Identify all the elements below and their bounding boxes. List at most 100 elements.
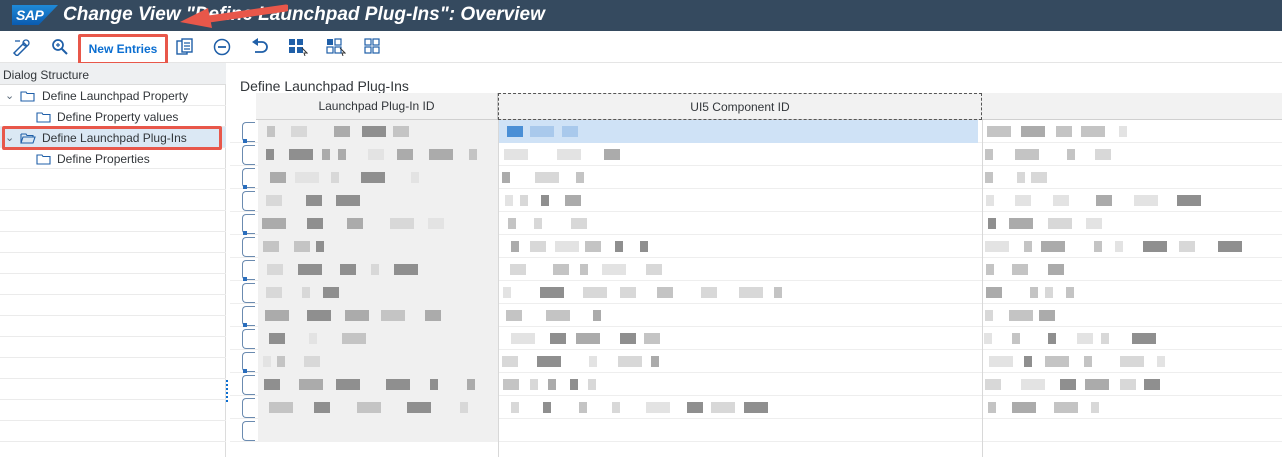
ui5-component-cell[interactable] xyxy=(498,120,978,143)
tree-item-property-values[interactable]: Define Property values xyxy=(0,106,226,127)
ui5-component-cell[interactable] xyxy=(498,304,978,327)
extra-cell[interactable] xyxy=(978,166,1282,189)
column-header-ui5-component-id[interactable]: UI5 Component ID xyxy=(498,93,982,120)
select-block-icon[interactable] xyxy=(326,38,346,56)
ui5-component-cell[interactable] xyxy=(498,166,978,189)
plugin-id-cell[interactable] xyxy=(258,304,498,327)
extra-cell[interactable] xyxy=(978,120,1282,143)
obscured-text xyxy=(530,126,554,137)
select-all-icon[interactable] xyxy=(288,38,308,56)
obscured-text xyxy=(1120,356,1144,367)
column-header-plugin-id[interactable]: Launchpad Plug-In ID xyxy=(256,93,498,120)
row-selector[interactable] xyxy=(242,398,255,418)
row-selector[interactable] xyxy=(242,145,255,165)
plugin-id-cell[interactable] xyxy=(258,258,498,281)
ui5-component-cell[interactable] xyxy=(498,212,978,235)
ui5-component-cell[interactable] xyxy=(498,419,978,442)
plugin-id-cell[interactable] xyxy=(258,396,498,419)
column-header-extra[interactable] xyxy=(982,93,1282,120)
extra-cell[interactable] xyxy=(978,327,1282,350)
new-entries-button[interactable]: New Entries xyxy=(78,34,168,65)
table-row[interactable] xyxy=(230,235,1282,258)
obscured-text xyxy=(1144,379,1160,390)
find-icon[interactable] xyxy=(50,38,70,56)
table-row[interactable] xyxy=(230,281,1282,304)
extra-cell[interactable] xyxy=(978,235,1282,258)
plugin-id-cell[interactable] xyxy=(258,166,498,189)
table-row[interactable] xyxy=(230,212,1282,235)
table-row[interactable] xyxy=(230,373,1282,396)
row-selector[interactable] xyxy=(242,214,255,235)
empty-tree-row xyxy=(0,316,226,337)
ui5-component-cell[interactable] xyxy=(498,235,978,258)
plugin-id-cell[interactable] xyxy=(258,212,498,235)
ui5-component-cell[interactable] xyxy=(498,281,978,304)
edit-display-icon[interactable] xyxy=(12,38,32,56)
extra-cell[interactable] xyxy=(978,350,1282,373)
ui5-component-cell[interactable] xyxy=(498,189,978,212)
extra-cell[interactable] xyxy=(978,189,1282,212)
plugin-id-cell[interactable] xyxy=(258,143,498,166)
delete-icon[interactable] xyxy=(212,38,232,56)
row-selector[interactable] xyxy=(242,375,255,395)
obscured-text xyxy=(646,264,662,275)
table-row[interactable] xyxy=(230,143,1282,166)
ui5-component-cell[interactable] xyxy=(498,350,978,373)
extra-cell[interactable] xyxy=(978,304,1282,327)
table-row[interactable] xyxy=(230,120,1282,143)
extra-cell[interactable] xyxy=(978,212,1282,235)
extra-cell[interactable] xyxy=(978,419,1282,442)
plugin-id-cell[interactable] xyxy=(258,189,498,212)
chevron-down-icon[interactable]: ⌄ xyxy=(5,89,14,102)
table-row[interactable] xyxy=(230,166,1282,189)
row-selector[interactable] xyxy=(242,421,255,441)
row-selector[interactable] xyxy=(242,352,255,373)
sap-logo: SAP xyxy=(12,5,58,25)
tree-item-launchpad-property[interactable]: ⌄ Define Launchpad Property xyxy=(0,85,226,106)
extra-cell[interactable] xyxy=(978,281,1282,304)
obscured-text xyxy=(338,149,346,160)
title-bar: SAP Change View "Define Launchpad Plug-I… xyxy=(0,0,1282,31)
row-selector[interactable] xyxy=(242,329,255,349)
empty-tree-row xyxy=(0,253,226,274)
ui5-component-cell[interactable] xyxy=(498,396,978,419)
plugin-id-cell[interactable] xyxy=(258,419,498,442)
obscured-text xyxy=(985,149,993,160)
extra-cell[interactable] xyxy=(978,396,1282,419)
plugin-id-cell[interactable] xyxy=(258,281,498,304)
deselect-all-icon[interactable] xyxy=(364,38,384,56)
extra-cell[interactable] xyxy=(978,373,1282,396)
table-row[interactable] xyxy=(230,350,1282,373)
table-row[interactable] xyxy=(230,189,1282,212)
ui5-component-cell[interactable] xyxy=(498,373,978,396)
row-selector[interactable] xyxy=(242,191,255,211)
table-row[interactable] xyxy=(230,258,1282,281)
table-row[interactable] xyxy=(230,396,1282,419)
tree-item-properties[interactable]: Define Properties xyxy=(0,148,226,169)
extra-cell[interactable] xyxy=(978,258,1282,281)
plugin-id-cell[interactable] xyxy=(258,235,498,258)
ui5-component-cell[interactable] xyxy=(498,143,978,166)
copy-as-icon[interactable] xyxy=(175,38,195,56)
table-row[interactable] xyxy=(230,304,1282,327)
obscured-text xyxy=(646,402,670,413)
table-row[interactable] xyxy=(230,327,1282,350)
obscured-text xyxy=(534,218,542,229)
table-row[interactable] xyxy=(230,419,1282,442)
row-selector[interactable] xyxy=(242,237,255,257)
plugin-id-cell[interactable] xyxy=(258,327,498,350)
undo-icon[interactable] xyxy=(250,38,270,56)
ui5-component-cell[interactable] xyxy=(498,327,978,350)
obscured-text xyxy=(1024,241,1032,252)
plugin-id-cell[interactable] xyxy=(258,120,498,143)
plugin-id-cell[interactable] xyxy=(258,350,498,373)
row-selector[interactable] xyxy=(242,122,255,143)
row-selector[interactable] xyxy=(242,168,255,189)
obscured-text xyxy=(425,310,441,321)
row-selector[interactable] xyxy=(242,260,255,281)
row-selector[interactable] xyxy=(242,283,255,303)
plugin-id-cell[interactable] xyxy=(258,373,498,396)
row-selector[interactable] xyxy=(242,306,255,327)
ui5-component-cell[interactable] xyxy=(498,258,978,281)
extra-cell[interactable] xyxy=(978,143,1282,166)
